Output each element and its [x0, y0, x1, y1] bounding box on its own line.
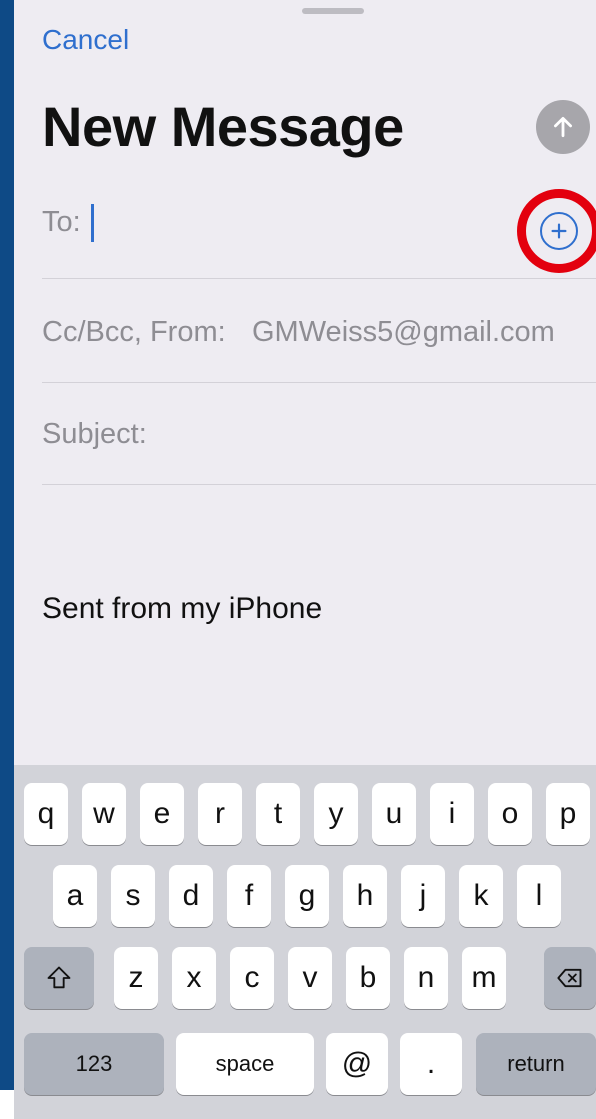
- key-k[interactable]: k: [459, 865, 503, 927]
- dot-key[interactable]: .: [400, 1033, 462, 1095]
- key-x[interactable]: x: [172, 947, 216, 1009]
- key-i[interactable]: i: [430, 783, 474, 845]
- key-g[interactable]: g: [285, 865, 329, 927]
- delete-key[interactable]: [544, 947, 596, 1009]
- key-m[interactable]: m: [462, 947, 506, 1009]
- sheet-grabber[interactable]: [302, 8, 364, 14]
- key-a[interactable]: a: [53, 865, 97, 927]
- numbers-key[interactable]: 123: [24, 1033, 164, 1095]
- space-key[interactable]: space: [176, 1033, 314, 1095]
- key-z[interactable]: z: [114, 947, 158, 1009]
- key-q[interactable]: q: [24, 783, 68, 845]
- page-title: New Message: [42, 95, 404, 158]
- to-label: To:: [42, 206, 81, 238]
- arrow-up-icon: [554, 116, 572, 138]
- shift-icon: [47, 966, 71, 989]
- left-edge-bar: [0, 0, 14, 1090]
- key-c[interactable]: c: [230, 947, 274, 1009]
- text-cursor: [91, 204, 94, 242]
- send-button[interactable]: [536, 100, 590, 154]
- key-h[interactable]: h: [343, 865, 387, 927]
- backspace-icon: [557, 968, 582, 988]
- add-contact-button[interactable]: [517, 189, 596, 273]
- keyboard: q w e r t y u i o p a s d f g h j k l z …: [14, 765, 596, 1119]
- to-field[interactable]: To:: [42, 196, 596, 279]
- at-key[interactable]: @: [326, 1033, 388, 1095]
- key-j[interactable]: j: [401, 865, 445, 927]
- key-l[interactable]: l: [517, 865, 561, 927]
- cc-bcc-from-field[interactable]: Cc/Bcc, From: GMWeiss5@gmail.com: [42, 296, 596, 383]
- key-w[interactable]: w: [82, 783, 126, 845]
- key-b[interactable]: b: [346, 947, 390, 1009]
- cc-from-label: Cc/Bcc, From:: [42, 316, 226, 348]
- key-y[interactable]: y: [314, 783, 358, 845]
- message-body-signature[interactable]: Sent from my iPhone: [42, 592, 322, 626]
- plus-circle-icon: [540, 212, 578, 250]
- cancel-button[interactable]: Cancel: [42, 24, 129, 56]
- key-r[interactable]: r: [198, 783, 242, 845]
- key-t[interactable]: t: [256, 783, 300, 845]
- key-o[interactable]: o: [488, 783, 532, 845]
- key-d[interactable]: d: [169, 865, 213, 927]
- key-p[interactable]: p: [546, 783, 590, 845]
- shift-key[interactable]: [24, 947, 94, 1009]
- from-address: GMWeiss5@gmail.com: [252, 316, 555, 348]
- key-v[interactable]: v: [288, 947, 332, 1009]
- key-u[interactable]: u: [372, 783, 416, 845]
- key-n[interactable]: n: [404, 947, 448, 1009]
- subject-label: Subject:: [42, 418, 147, 450]
- return-key[interactable]: return: [476, 1033, 596, 1095]
- key-e[interactable]: e: [140, 783, 184, 845]
- key-s[interactable]: s: [111, 865, 155, 927]
- subject-field[interactable]: Subject:: [42, 400, 596, 485]
- compose-sheet: Cancel New Message To: Cc/Bcc, From: GMW…: [14, 0, 596, 1119]
- key-f[interactable]: f: [227, 865, 271, 927]
